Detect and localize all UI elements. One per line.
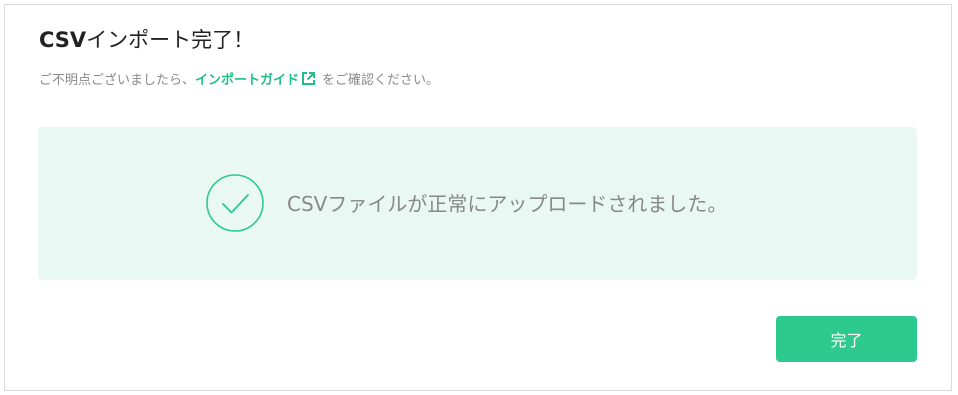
dialog-title: CSVインポート完了！	[39, 25, 254, 55]
external-link-icon[interactable]	[301, 71, 316, 93]
help-text-before: ご不明点ございましたら、	[39, 73, 196, 88]
check-circle-icon	[205, 173, 265, 233]
help-text: ご不明点ございましたら、インポートガイド をご確認ください。	[39, 71, 439, 93]
dialog-title-text: インポート完了！	[86, 28, 255, 52]
success-message: CSVファイルが正常にアップロードされました。	[287, 192, 728, 216]
import-complete-dialog: CSVインポート完了！ ご不明点ございましたら、インポートガイド をご確認ください…	[4, 4, 952, 391]
done-button[interactable]: 完了	[776, 316, 917, 362]
import-guide-link[interactable]: インポートガイド	[195, 73, 299, 88]
help-text-after: をご確認ください。	[322, 73, 440, 88]
success-panel: CSVファイルが正常にアップロードされました。	[38, 127, 917, 280]
dialog-title-prefix: CSV	[39, 28, 87, 52]
